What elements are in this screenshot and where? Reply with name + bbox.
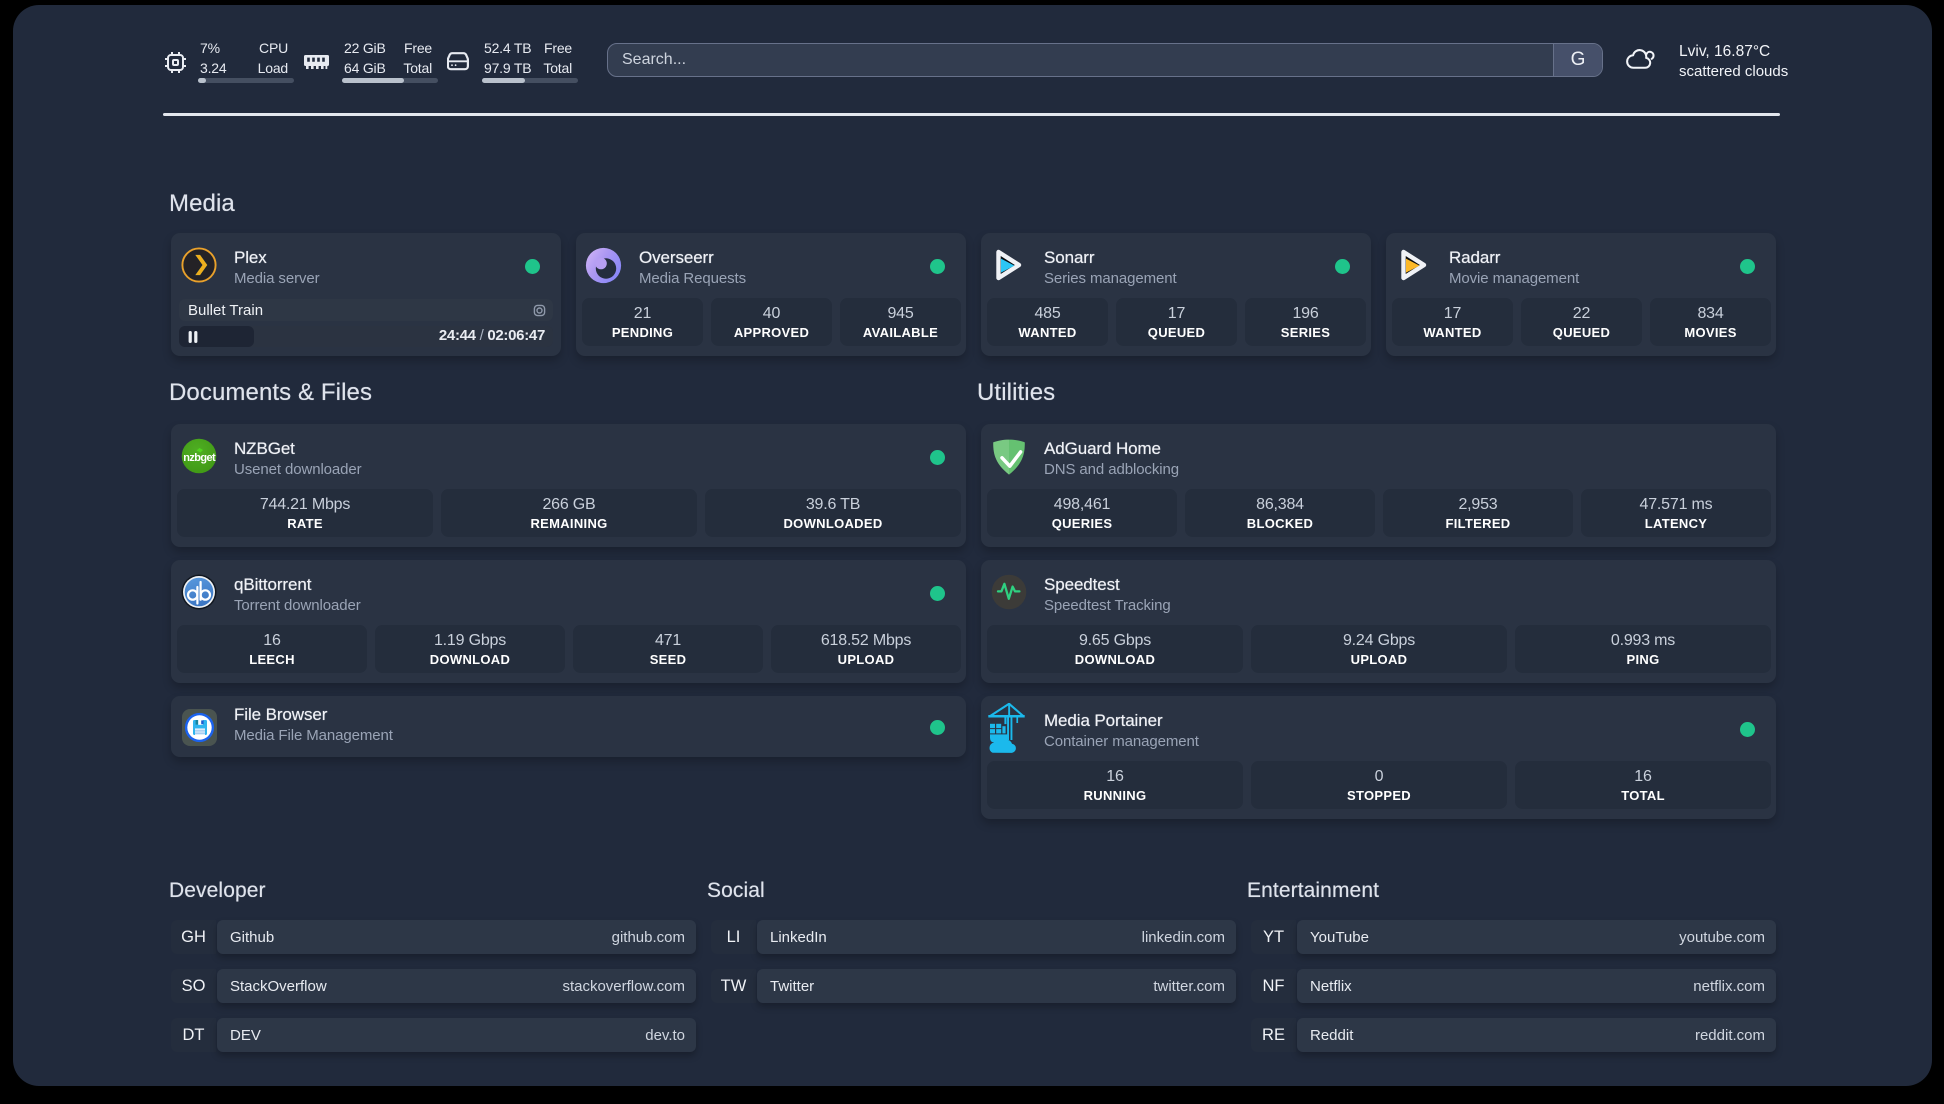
svg-text:nzbget: nzbget (183, 452, 216, 464)
